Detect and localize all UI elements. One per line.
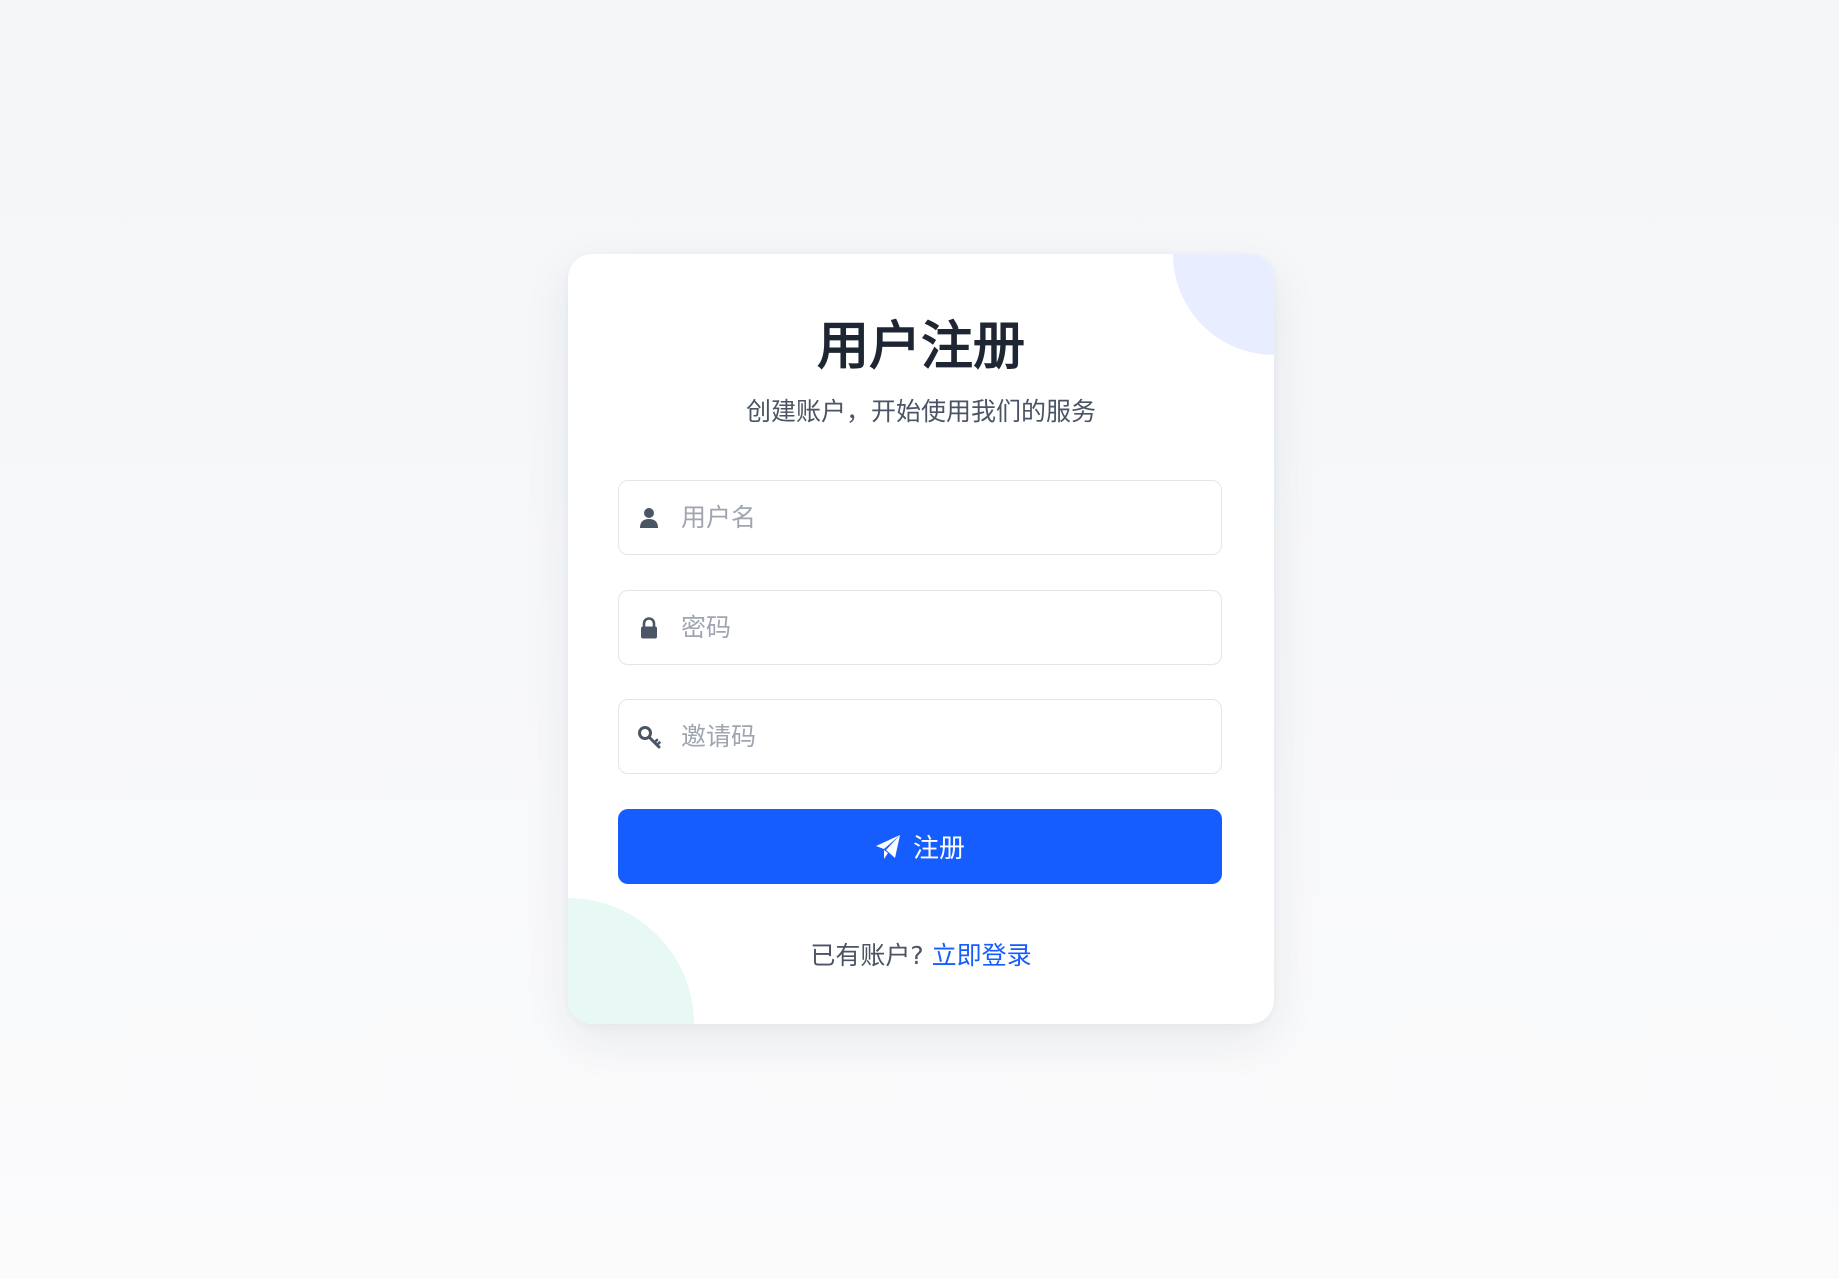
page-title: 用户注册 <box>816 317 1025 377</box>
lock-icon <box>637 615 661 641</box>
register-button-label: 注册 <box>912 834 965 864</box>
invite-code-field[interactable] <box>618 699 1222 774</box>
key-icon <box>637 724 661 750</box>
invite-code-input[interactable] <box>681 700 1201 773</box>
page-subtitle: 创建账户，开始使用我们的服务 <box>745 397 1096 426</box>
password-field[interactable] <box>618 590 1222 665</box>
username-input[interactable] <box>681 481 1201 554</box>
user-icon <box>637 505 661 531</box>
register-button[interactable]: 注册 <box>618 809 1222 884</box>
username-field[interactable] <box>618 480 1222 555</box>
register-card: 用户注册 创建账户，开始使用我们的服务 用户名 邀请码 注册 已有账户? 立即登… <box>568 254 1274 1024</box>
login-prompt-text: 已有账户? <box>810 941 924 970</box>
password-input[interactable] <box>681 591 1201 664</box>
login-prompt: 已有账户? 立即登录 <box>568 939 1274 973</box>
login-link[interactable]: 立即登录 <box>932 941 1032 970</box>
paper-plane-icon <box>875 834 901 860</box>
